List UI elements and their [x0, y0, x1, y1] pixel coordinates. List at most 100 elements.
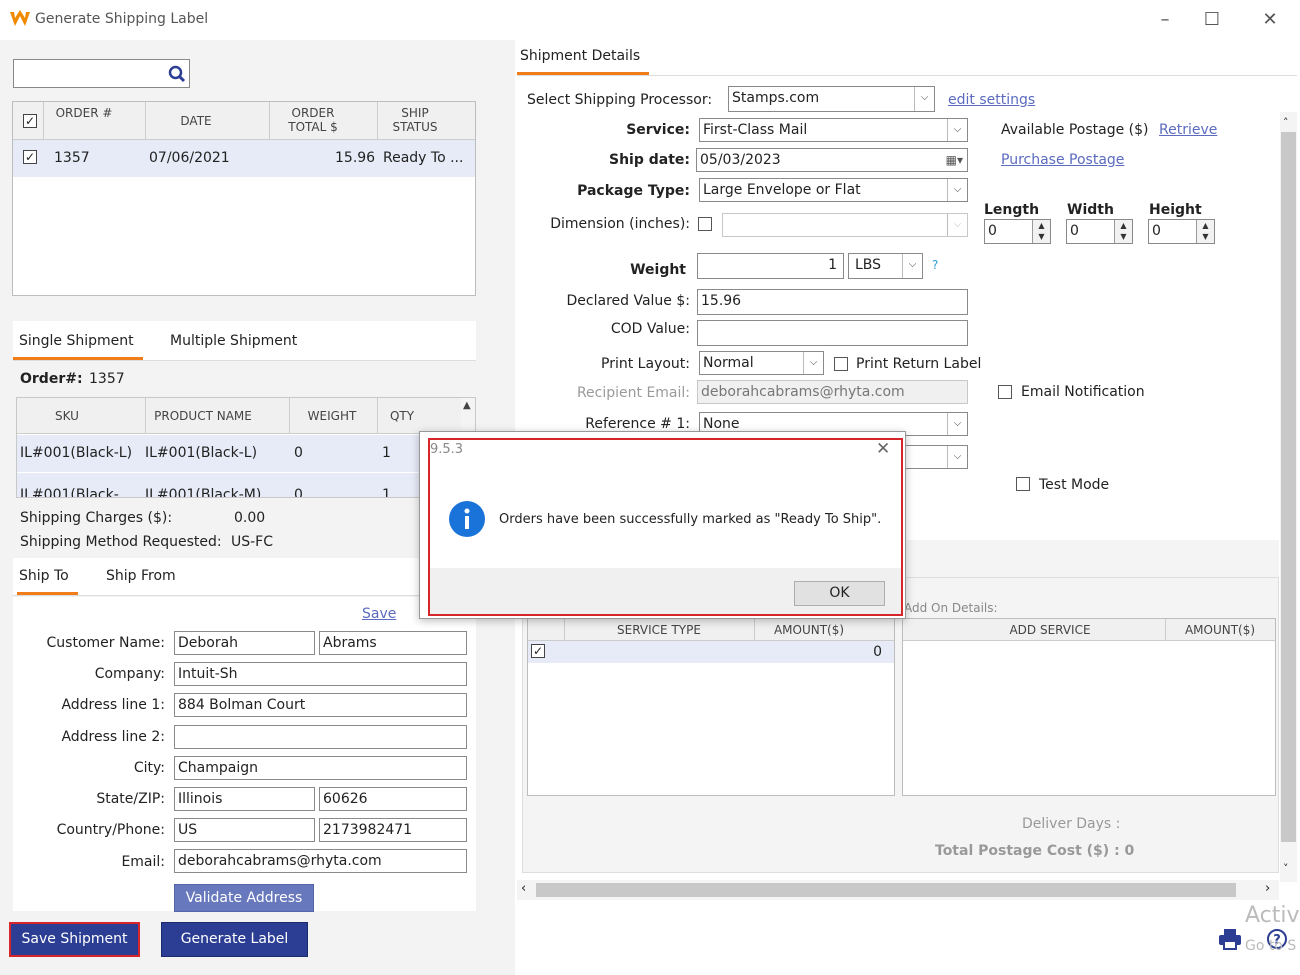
- chevron-down-icon[interactable]: ⌵: [947, 446, 967, 468]
- weight-field[interactable]: 1: [697, 253, 844, 279]
- col-order-total[interactable]: ORDER TOTAL $: [281, 106, 345, 134]
- col-service-type[interactable]: SERVICE TYPE: [564, 623, 754, 637]
- order-row[interactable]: ✓ 1357 07/06/2021 15.96 Ready To ...: [13, 140, 475, 177]
- col-date[interactable]: DATE: [163, 114, 229, 128]
- tab-ship-from[interactable]: Ship From: [106, 568, 176, 584]
- state-field[interactable]: Illinois: [174, 787, 315, 811]
- tab-single-shipment[interactable]: Single Shipment: [19, 333, 134, 349]
- order-label-value: 1357: [89, 371, 125, 387]
- processor-select[interactable]: Stamps.com ⌵: [728, 86, 935, 112]
- address-line2-field[interactable]: [174, 725, 467, 749]
- tab-multiple-shipment[interactable]: Multiple Shipment: [170, 333, 297, 349]
- dialog-message: Orders have been successfully marked as …: [499, 512, 882, 527]
- col-ship-status[interactable]: SHIP STATUS: [385, 106, 445, 134]
- spinner-arrows-icon[interactable]: ▲ ▼: [1032, 220, 1050, 243]
- help-icon[interactable]: ?: [932, 258, 938, 272]
- country-field[interactable]: US: [174, 818, 315, 842]
- company-field[interactable]: Intuit-Sh: [174, 662, 467, 686]
- item-sku: IL#001(Black-L): [20, 445, 133, 461]
- chevron-down-icon[interactable]: ⌵: [947, 214, 967, 236]
- save-shipment-button[interactable]: Save Shipment: [9, 922, 140, 957]
- chevron-down-icon[interactable]: ⌵: [947, 119, 967, 141]
- scroll-right-icon[interactable]: ›: [1265, 881, 1270, 896]
- test-mode-checkbox[interactable]: [1016, 477, 1030, 491]
- declared-value-field[interactable]: 15.96: [697, 289, 968, 315]
- scroll-thumb[interactable]: [1281, 132, 1296, 842]
- order-date: 07/06/2021: [149, 150, 230, 166]
- scroll-left-icon[interactable]: ‹: [521, 881, 526, 896]
- weight-unit-select[interactable]: LBS ⌵: [848, 253, 923, 279]
- item-row[interactable]: IL#001(Black-L) IL#001(Black-L) 0 1: [17, 435, 461, 472]
- chevron-down-icon[interactable]: ⌵: [902, 254, 922, 278]
- purchase-postage-link[interactable]: Purchase Postage: [1001, 152, 1124, 168]
- col-sku[interactable]: SKU: [17, 409, 117, 423]
- tab-ship-to[interactable]: Ship To: [19, 568, 69, 584]
- spinner-arrows-icon[interactable]: ▲ ▼: [1196, 220, 1214, 243]
- email-field[interactable]: deborahcabrams@rhyta.com: [174, 849, 467, 873]
- email-notification-checkbox[interactable]: [998, 385, 1012, 399]
- ship-date-picker[interactable]: 05/03/2023 ▦▾: [696, 148, 968, 172]
- service-select[interactable]: First-Class Mail ⌵: [699, 118, 968, 142]
- recipient-email-label: Recipient Email:: [576, 385, 690, 401]
- cod-value-field[interactable]: [697, 320, 968, 346]
- col-amount[interactable]: AMOUNT($): [754, 623, 864, 637]
- chevron-down-icon[interactable]: ⌵: [947, 413, 967, 435]
- generate-label-button[interactable]: Generate Label: [161, 922, 308, 957]
- printer-icon[interactable]: [1218, 928, 1242, 950]
- chevron-down-icon[interactable]: ⌵: [803, 352, 823, 374]
- chevron-down-icon[interactable]: ⌵: [947, 179, 967, 201]
- recipient-email-field[interactable]: deborahcabrams@rhyta.com: [697, 380, 968, 404]
- col-product-name[interactable]: PRODUCT NAME: [145, 409, 261, 423]
- col-qty[interactable]: QTY: [377, 409, 427, 423]
- dimension-select[interactable]: ⌵: [722, 213, 968, 237]
- close-window-button[interactable]: ✕: [1255, 6, 1285, 34]
- total-postage-cost: Total Postage Cost ($) : 0: [935, 843, 1135, 859]
- retrieve-link[interactable]: Retrieve: [1159, 122, 1217, 138]
- zip-field[interactable]: 60626: [319, 787, 467, 811]
- dialog-close-icon[interactable]: ✕: [876, 439, 890, 459]
- validate-address-button[interactable]: Validate Address: [174, 884, 314, 912]
- col-order[interactable]: ORDER #: [53, 106, 115, 120]
- spinner-arrows-icon[interactable]: ▲ ▼: [1114, 220, 1132, 243]
- minimize-button[interactable]: –: [1150, 6, 1180, 34]
- order-row-checkbox[interactable]: ✓: [23, 150, 37, 164]
- phone-field[interactable]: 2173982471: [319, 818, 467, 842]
- shipping-charges-value: 0.00: [234, 510, 266, 526]
- select-all-checkbox[interactable]: ✓: [23, 114, 37, 128]
- col-add-amount[interactable]: AMOUNT($): [1165, 623, 1275, 637]
- col-weight[interactable]: WEIGHT: [289, 409, 375, 423]
- search-icon[interactable]: [168, 65, 186, 83]
- save-address-link[interactable]: Save: [362, 606, 396, 622]
- print-return-checkbox[interactable]: [834, 357, 848, 371]
- col-add-service[interactable]: ADD SERVICE: [903, 623, 1197, 637]
- package-type-select[interactable]: Large Envelope or Flat ⌵: [699, 178, 968, 202]
- scroll-up-icon[interactable]: ▲: [463, 400, 471, 411]
- scroll-down-icon[interactable]: ˅: [1283, 862, 1289, 875]
- last-name-field[interactable]: Abrams: [319, 631, 467, 655]
- dimension-checkbox[interactable]: [698, 217, 712, 231]
- horizontal-scrollbar[interactable]: ‹ ›: [517, 880, 1279, 900]
- service-row-checkbox[interactable]: ✓: [531, 644, 545, 658]
- address-line1-field[interactable]: 884 Bolman Court: [174, 693, 467, 717]
- tab-shipment-details[interactable]: Shipment Details: [520, 48, 640, 64]
- reference1-label: Reference # 1:: [585, 416, 690, 432]
- print-layout-select[interactable]: Normal ⌵: [699, 351, 824, 375]
- ok-button[interactable]: OK: [794, 581, 885, 606]
- height-stepper[interactable]: 0 ▲ ▼: [1148, 219, 1215, 244]
- order-search-input[interactable]: [13, 59, 190, 88]
- length-stepper[interactable]: 0 ▲ ▼: [984, 219, 1051, 244]
- email-notification-label: Email Notification: [1021, 384, 1145, 400]
- calendar-icon[interactable]: ▦▾: [946, 149, 963, 171]
- service-row[interactable]: ✓ 0: [528, 641, 894, 663]
- edit-settings-link[interactable]: edit settings: [948, 92, 1035, 108]
- hscroll-thumb[interactable]: [536, 883, 1236, 897]
- test-mode-label: Test Mode: [1039, 477, 1110, 493]
- first-name-field[interactable]: Deborah: [174, 631, 315, 655]
- city-field[interactable]: Champaign: [174, 756, 467, 780]
- scroll-up-icon[interactable]: ˄: [1283, 116, 1289, 129]
- maximize-button[interactable]: ☐: [1197, 6, 1227, 34]
- vertical-scrollbar[interactable]: ˄ ˅: [1280, 112, 1297, 882]
- chevron-down-icon[interactable]: ⌵: [914, 87, 934, 111]
- item-row[interactable]: IL#001(Black- IL#001(Black-M) 0 1: [17, 473, 461, 497]
- width-stepper[interactable]: 0 ▲ ▼: [1066, 219, 1133, 244]
